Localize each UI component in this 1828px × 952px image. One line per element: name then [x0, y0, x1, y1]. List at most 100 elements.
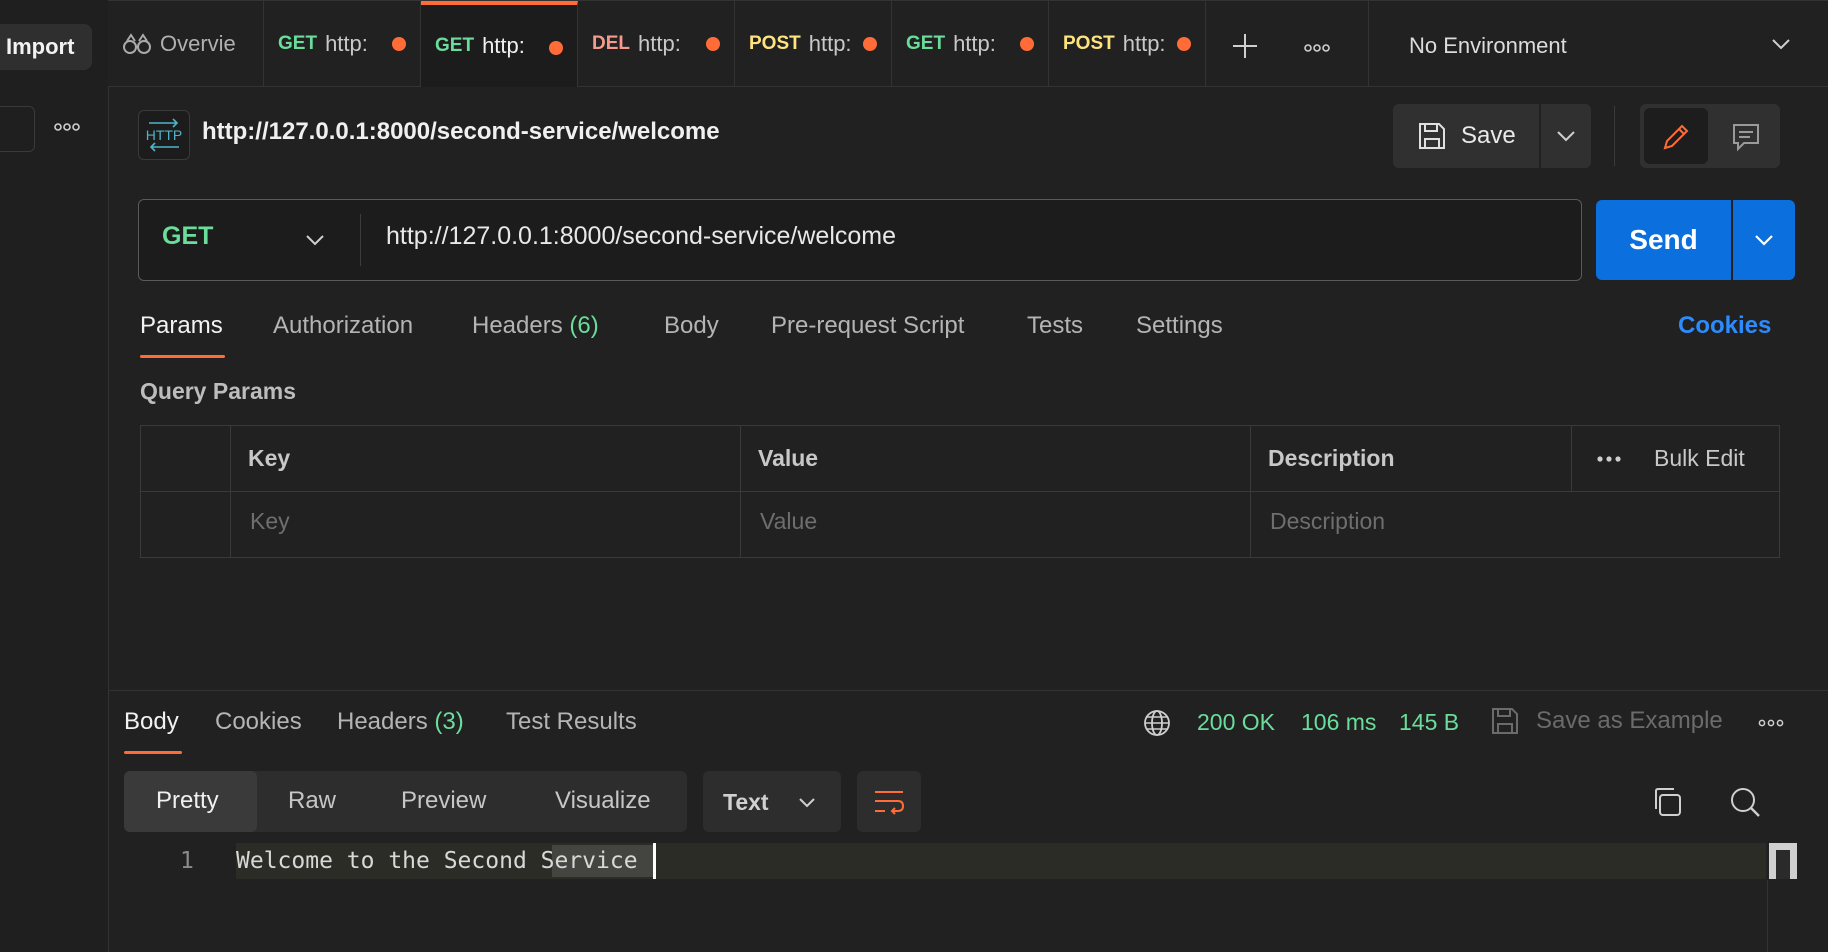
- tab-request[interactable]: GET http:: [264, 1, 421, 87]
- chevron-down-icon[interactable]: [300, 228, 330, 252]
- tab-headers-label: Headers: [472, 312, 563, 339]
- edit-button[interactable]: [1644, 108, 1708, 164]
- key-input[interactable]: Key: [250, 508, 290, 535]
- response-headers-label: Headers: [337, 708, 428, 735]
- http-swap-icon: HTTP: [146, 118, 182, 152]
- tab-pre-request-script[interactable]: Pre-request Script: [771, 312, 964, 340]
- tab-method: GET: [278, 33, 318, 54]
- response-time[interactable]: 106 ms: [1301, 709, 1376, 736]
- more-options-icon[interactable]: [1756, 708, 1786, 738]
- tab-request[interactable]: POST http:: [735, 1, 892, 87]
- import-button[interactable]: Import: [0, 24, 92, 70]
- tab-body[interactable]: Body: [664, 312, 719, 340]
- table-divider: [1571, 425, 1572, 491]
- table-divider: [230, 425, 231, 558]
- tab-label: http:: [808, 31, 852, 56]
- view-pretty-label[interactable]: Pretty: [156, 787, 219, 815]
- status-code[interactable]: 200 OK: [1197, 709, 1275, 736]
- wrap-text-icon: [875, 791, 905, 815]
- response-tab-headers[interactable]: Headers (3): [337, 708, 464, 736]
- unsaved-dot: [549, 41, 563, 55]
- binoculars-icon: [123, 33, 151, 54]
- save-button[interactable]: Save: [1393, 104, 1539, 168]
- response-tab-test-results[interactable]: Test Results: [506, 708, 637, 736]
- method-select[interactable]: GET: [162, 222, 213, 251]
- response-headers-count: (3): [434, 708, 464, 735]
- new-tab-plus-icon[interactable]: [1230, 31, 1260, 61]
- save-disk-icon: [1492, 708, 1518, 734]
- tab-label: http:: [953, 31, 996, 56]
- tab-request[interactable]: POST http:: [1049, 1, 1206, 87]
- table-divider: [740, 425, 741, 558]
- tab-request-active[interactable]: GET http:: [421, 1, 578, 87]
- more-options-icon[interactable]: [52, 112, 82, 142]
- send-button[interactable]: Send: [1596, 200, 1731, 280]
- tab-method: DEL: [592, 33, 630, 54]
- tab-request[interactable]: GET http:: [892, 1, 1049, 87]
- column-header-value: Value: [758, 445, 819, 471]
- environment-selector[interactable]: No Environment: [1368, 0, 1828, 86]
- line-number: 1: [180, 848, 194, 874]
- sidebar-collapsed-box[interactable]: [0, 106, 35, 152]
- response-size[interactable]: 145 B: [1399, 709, 1459, 736]
- tab-method: GET: [435, 35, 475, 56]
- chevron-down-icon: [799, 798, 815, 808]
- request-title[interactable]: http://127.0.0.1:8000/second-service/wel…: [202, 118, 720, 146]
- scrollbar-track[interactable]: [1767, 880, 1768, 952]
- view-preview-button[interactable]: Preview: [401, 787, 486, 815]
- wrap-lines-button[interactable]: [857, 771, 921, 832]
- query-params-title: Query Params: [140, 378, 296, 404]
- scrollbar-marker: [1776, 850, 1790, 879]
- unsaved-dot: [1177, 37, 1191, 51]
- response-body-text[interactable]: Welcome to the Second Service: [236, 848, 638, 874]
- search-icon[interactable]: [1728, 785, 1762, 819]
- more-tabs-icon[interactable]: [1302, 33, 1332, 63]
- toolbar-divider: [1614, 106, 1615, 166]
- tab-request[interactable]: DEL http:: [578, 1, 735, 87]
- comments-button[interactable]: [1714, 108, 1776, 164]
- response-tab-cookies[interactable]: Cookies: [215, 708, 302, 736]
- tab-label: http:: [325, 31, 368, 56]
- http-request-icon: HTTP: [138, 110, 190, 160]
- description-input[interactable]: Description: [1270, 508, 1385, 535]
- url-input[interactable]: [386, 222, 1536, 251]
- copy-icon[interactable]: [1650, 785, 1684, 819]
- tab-method: GET: [906, 33, 946, 54]
- save-options-button[interactable]: [1541, 104, 1591, 168]
- globe-icon[interactable]: [1142, 708, 1172, 738]
- active-tab-underline: [124, 751, 182, 754]
- table-options-icon[interactable]: [1594, 444, 1624, 474]
- headers-count: (6): [569, 312, 599, 339]
- unsaved-dot: [1020, 37, 1034, 51]
- tab-label: http:: [482, 33, 525, 58]
- view-visualize-button[interactable]: Visualize: [555, 787, 651, 815]
- column-header-description: Description: [1268, 445, 1395, 471]
- tab-settings[interactable]: Settings: [1136, 312, 1223, 340]
- pencil-icon: [1663, 124, 1689, 150]
- comment-icon: [1733, 124, 1759, 152]
- response-tab-body[interactable]: Body: [124, 708, 179, 736]
- tab-method: POST: [1063, 33, 1115, 54]
- column-header-key: Key: [248, 445, 291, 471]
- chevron-down-icon: [1772, 39, 1790, 50]
- value-input[interactable]: Value: [760, 508, 817, 535]
- save-as-example-label: Save as Example: [1536, 707, 1723, 734]
- text-cursor: [653, 843, 656, 879]
- save-as-example-button[interactable]: Save as Example: [1490, 706, 1723, 736]
- tab-overview[interactable]: Overvie: [108, 1, 264, 87]
- unsaved-dot: [392, 37, 406, 51]
- cookies-link[interactable]: Cookies: [1678, 312, 1771, 340]
- view-raw-button[interactable]: Raw: [288, 787, 336, 815]
- tab-method: POST: [749, 33, 801, 54]
- chevron-down-icon: [1557, 131, 1575, 142]
- tab-headers[interactable]: Headers (6): [472, 312, 599, 340]
- tab-authorization[interactable]: Authorization: [273, 312, 413, 340]
- active-tab-underline: [140, 355, 225, 358]
- chevron-down-icon: [1755, 235, 1773, 246]
- tab-params[interactable]: Params: [140, 312, 223, 340]
- url-divider: [360, 214, 361, 266]
- tab-tests[interactable]: Tests: [1027, 312, 1083, 340]
- bulk-edit-button[interactable]: Bulk Edit: [1654, 445, 1745, 472]
- send-options-button[interactable]: [1733, 200, 1795, 280]
- response-divider[interactable]: [108, 690, 1828, 691]
